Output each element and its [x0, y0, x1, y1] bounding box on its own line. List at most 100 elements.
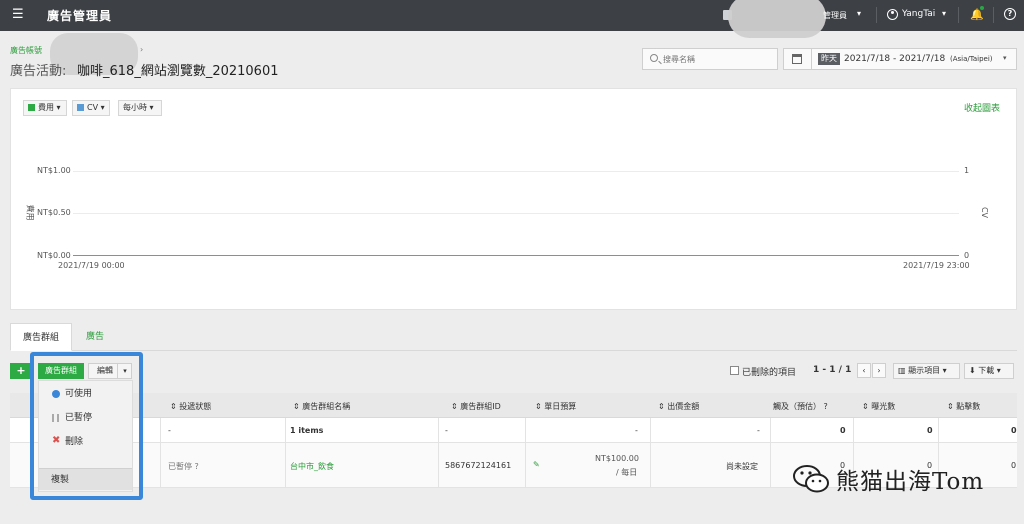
- collapse-chart-link[interactable]: 收起圖表: [964, 101, 1000, 114]
- page-title-prefix: 廣告活動:: [10, 64, 67, 79]
- metric1-label: 費用: [38, 103, 54, 112]
- divider: [958, 7, 959, 23]
- admin-label[interactable]: 管理員: [823, 10, 847, 21]
- divider: [285, 443, 286, 488]
- divider: [876, 7, 877, 23]
- interval-label: 每小時: [123, 103, 147, 112]
- add-button[interactable]: +: [10, 363, 32, 379]
- timezone: (Asia/Taipei): [950, 55, 993, 63]
- search-icon: [650, 54, 658, 62]
- metric1-selector[interactable]: 費用 ▾: [23, 100, 67, 116]
- app-title: 廣告管理員: [47, 9, 113, 23]
- interval-selector[interactable]: 每小時 ▾: [118, 100, 162, 116]
- chart-panel: 費用 ▾ CV ▾ 每小時 ▾ 收起圖表 NT$1.00 NT$0.50 NT$…: [10, 88, 1017, 310]
- chevron-down-icon[interactable]: ▾: [1003, 54, 1007, 62]
- download-label: 下載: [978, 366, 995, 375]
- date-range: 2021/7/18 - 2021/7/18: [844, 54, 946, 64]
- columns-button[interactable]: ▥ 顯示項目 ▾: [893, 363, 960, 379]
- menu-icon[interactable]: ☰: [12, 8, 24, 22]
- notification-dot: [980, 6, 984, 10]
- search-input[interactable]: [663, 52, 773, 66]
- divider: [525, 443, 526, 488]
- y-tick-left: NT$0.00: [37, 251, 71, 260]
- divider: [285, 418, 286, 443]
- chevron-down-icon[interactable]: ▾: [942, 9, 946, 18]
- x-tick-label: 2021/7/19 23:00: [903, 261, 970, 270]
- column-header[interactable]: ⇕ 廣告群組ID: [451, 401, 501, 412]
- top-bar: ☰ 廣告管理員 管理員 ▾ YangTai ▾ 🔔 ?: [0, 0, 1024, 38]
- row-clicks: 0: [1011, 461, 1017, 470]
- tab-ads[interactable]: 廣告: [74, 323, 116, 351]
- show-deleted-label: 已刪除的項目: [742, 368, 797, 378]
- row-budget: NT$100.00: [595, 454, 639, 463]
- divider: [438, 443, 439, 488]
- column-header[interactable]: ⇕ 廣告群組名稱: [293, 401, 350, 412]
- help-icon[interactable]: ?: [1004, 8, 1016, 20]
- gridline: [73, 171, 959, 172]
- download-button[interactable]: ⬇ 下載 ▾: [964, 363, 1014, 379]
- column-header[interactable]: ⇕ 出價金額: [658, 401, 699, 412]
- divider: [770, 418, 771, 443]
- pagination-range: 1 - 1 / 1: [813, 365, 852, 375]
- user-name[interactable]: YangTai: [902, 9, 935, 19]
- divider: [525, 418, 526, 443]
- chevron-down-icon[interactable]: ▾: [857, 9, 861, 18]
- edit-budget-pencil-icon[interactable]: ✎: [533, 460, 540, 469]
- divider: [650, 443, 651, 488]
- date-preset-badge: 昨天: [818, 53, 840, 65]
- y-axis-left-label: 費用: [25, 204, 35, 221]
- show-deleted-checkbox[interactable]: [730, 366, 739, 375]
- redaction-blur: [728, 0, 826, 38]
- summary-id: -: [445, 426, 448, 435]
- date-range-picker[interactable]: 昨天 2021/7/18 - 2021/7/18 (Asia/Taipei) ▾: [783, 48, 1017, 70]
- column-header[interactable]: ⇕ 點擊數: [947, 401, 980, 412]
- watermark-text: 熊猫出海Tom: [836, 469, 985, 495]
- highlight-frame: [30, 352, 143, 500]
- summary-budget: -: [635, 426, 638, 435]
- column-header[interactable]: ⇕ 投遞狀態: [170, 401, 211, 412]
- breadcrumb-separator: ›: [140, 45, 144, 54]
- row-budget-unit: / 每日: [616, 468, 638, 477]
- y-axis-right-label: CV: [980, 206, 990, 219]
- prev-page-button[interactable]: ‹: [857, 363, 871, 378]
- user-icon: [887, 9, 898, 20]
- summary-count: 1 items: [290, 426, 324, 435]
- divider: [853, 418, 854, 443]
- metric2-selector[interactable]: CV ▾: [72, 100, 110, 116]
- row-status: 已暫停 ?: [168, 462, 199, 471]
- search-box[interactable]: [642, 48, 778, 70]
- series-line: [73, 255, 959, 256]
- breadcrumb-account[interactable]: 廣告帳號: [10, 45, 42, 56]
- gridline: [73, 213, 959, 214]
- summary-reach: 0: [840, 426, 846, 435]
- y-tick-left: NT$0.50: [37, 208, 71, 217]
- y-tick-right: 0: [964, 251, 970, 260]
- table-summary-row: - 1 items - - - 0 0 0: [10, 418, 1017, 443]
- divider: [770, 443, 771, 488]
- download-icon: ⬇: [969, 366, 976, 375]
- column-header[interactable]: 觸及（預估） ?: [773, 401, 828, 412]
- summary-clicks: 0: [1011, 426, 1017, 435]
- ad-group-name-link[interactable]: 台中市_飲食: [290, 461, 334, 472]
- divider: [993, 7, 994, 23]
- ad-group-id: 5867672124161: [445, 461, 512, 470]
- row-bid: 尚未設定: [726, 462, 758, 471]
- metric2-label: CV: [87, 103, 99, 112]
- y-tick-left: NT$1.00: [37, 166, 71, 175]
- next-page-button[interactable]: ›: [872, 363, 886, 378]
- table-header: ⇕ 投遞狀態 ⇕ 廣告群組名稱 ⇕ 廣告群組ID ⇕ 單日預算 ⇕ 出價金額 觸…: [10, 393, 1017, 418]
- summary-impressions: 0: [927, 426, 933, 435]
- columns-label: 顯示項目: [908, 366, 941, 375]
- help-icon: ?: [823, 402, 828, 411]
- metric2-swatch: [77, 104, 84, 111]
- y-tick-right: 1: [964, 166, 970, 175]
- column-header[interactable]: ⇕ 曝光數: [862, 401, 895, 412]
- tab-ad-groups[interactable]: 廣告群組: [10, 323, 73, 351]
- calendar-icon[interactable]: [792, 54, 802, 64]
- x-tick-label: 2021/7/19 00:00: [58, 261, 125, 270]
- columns-icon: ▥: [898, 366, 906, 375]
- divider: [650, 418, 651, 443]
- summary-bid: -: [757, 426, 760, 435]
- column-header[interactable]: ⇕ 單日預算: [535, 401, 576, 412]
- divider: [438, 418, 439, 443]
